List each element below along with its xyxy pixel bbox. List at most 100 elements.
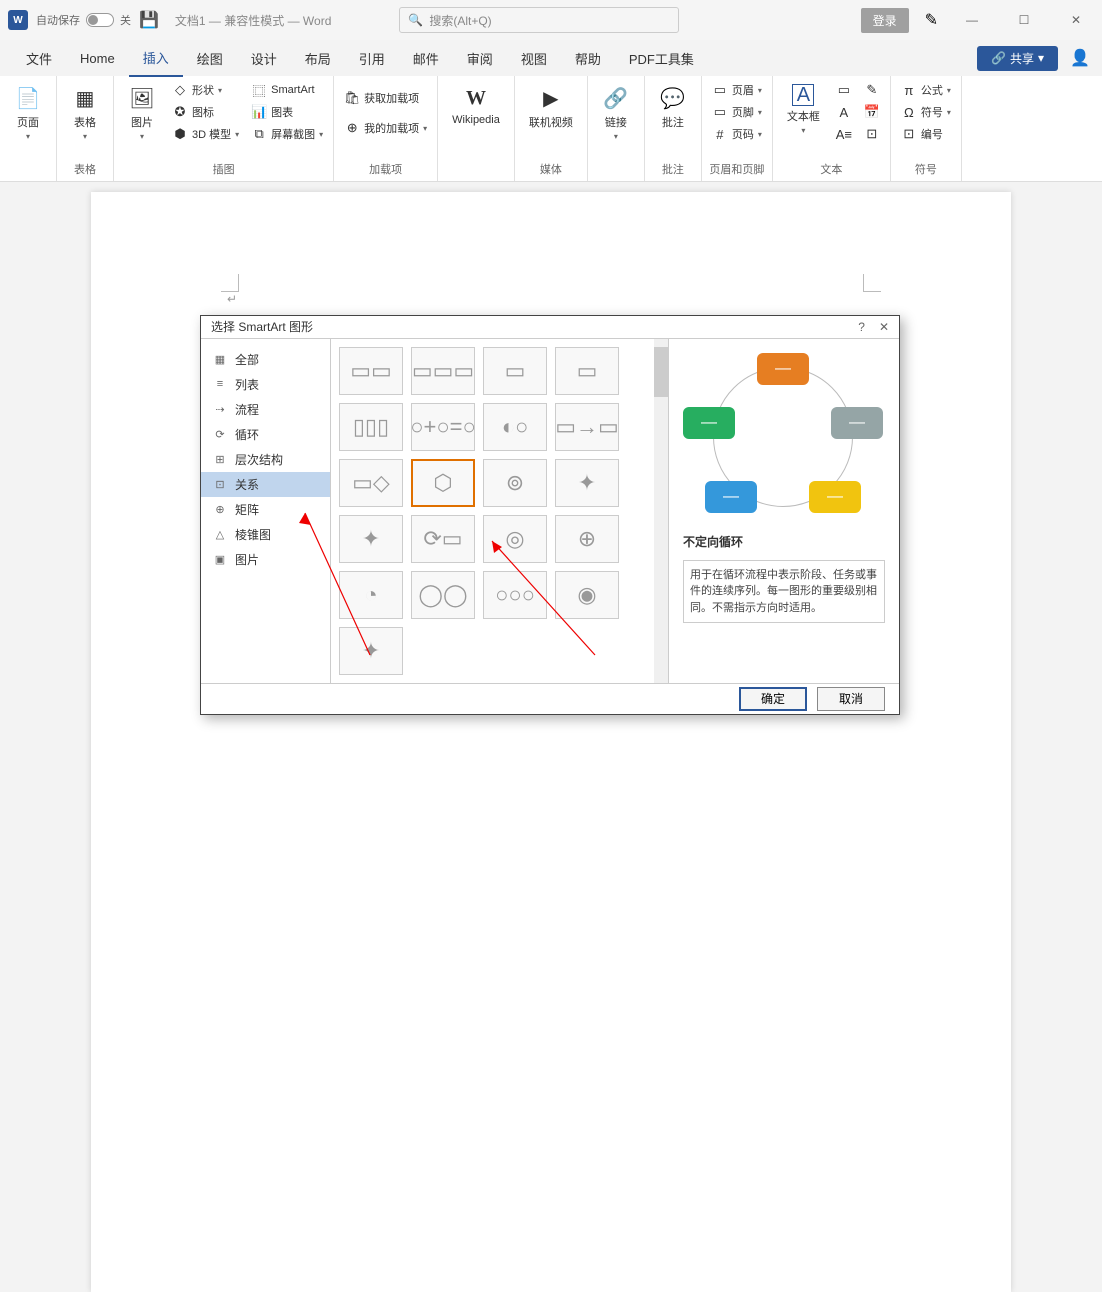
layout-thumb[interactable]: ⊚ bbox=[483, 459, 547, 507]
page-number-button[interactable]: #页码 bbox=[708, 124, 766, 144]
ok-button[interactable]: 确定 bbox=[739, 687, 807, 711]
preview-title: 不定向循环 bbox=[683, 533, 885, 550]
smartart-button[interactable]: ⿴SmartArt bbox=[247, 80, 327, 100]
screenshot-button[interactable]: ⧉屏幕截图 bbox=[247, 124, 327, 144]
category-list: ▦全部 ≡列表 ⇢流程 ⟳循环 ⊞层次结构 ⊡关系 ⊕矩阵 △棱锥图 ▣图片 bbox=[201, 339, 331, 683]
get-addins-button[interactable]: 🛍获取加载项 bbox=[340, 88, 431, 108]
menu-pdf[interactable]: PDF工具集 bbox=[615, 41, 708, 76]
cat-pyramid-icon: △ bbox=[213, 527, 227, 541]
cat-hierarchy-icon: ⊞ bbox=[213, 452, 227, 466]
layout-thumb[interactable]: ◐○ bbox=[483, 403, 547, 451]
layout-thumb[interactable]: ▯▯▯ bbox=[339, 403, 403, 451]
online-video-button[interactable]: ▶联机视频 bbox=[521, 80, 581, 134]
pen-icon[interactable]: ✎ bbox=[925, 10, 938, 30]
layout-scrollbar[interactable] bbox=[654, 339, 668, 683]
number-button[interactable]: ⊡编号 bbox=[897, 124, 955, 144]
layout-thumb[interactable]: ⟳▭ bbox=[411, 515, 475, 563]
table-button[interactable]: ▦表格 bbox=[63, 80, 107, 145]
link-icon: 🔗 bbox=[602, 84, 630, 112]
layout-thumb[interactable]: ▭◇ bbox=[339, 459, 403, 507]
cat-picture-icon: ▣ bbox=[213, 552, 227, 566]
dialog-close-button[interactable]: ✕ bbox=[879, 320, 889, 334]
menu-insert[interactable]: 插入 bbox=[129, 40, 183, 77]
symbol-button[interactable]: Ω符号 bbox=[897, 102, 955, 122]
icons-button[interactable]: ✪图标 bbox=[168, 102, 243, 122]
comment-button[interactable]: 💬批注 bbox=[651, 80, 695, 134]
cat-cycle[interactable]: ⟳循环 bbox=[201, 422, 330, 447]
3dmodel-button[interactable]: ⬢3D 模型 bbox=[168, 124, 243, 144]
search-input[interactable]: 🔍 搜索(Alt+Q) bbox=[399, 7, 679, 33]
group-label-comments: 批注 bbox=[651, 159, 695, 179]
pagenum-icon: # bbox=[712, 126, 728, 142]
cat-cycle-icon: ⟳ bbox=[213, 427, 227, 441]
close-button[interactable]: ✕ bbox=[1058, 6, 1094, 34]
comments-icon[interactable]: 👤 bbox=[1070, 48, 1090, 68]
menu-references[interactable]: 引用 bbox=[345, 41, 399, 76]
cat-process[interactable]: ⇢流程 bbox=[201, 397, 330, 422]
layout-thumb[interactable]: ✦ bbox=[555, 459, 619, 507]
cat-all[interactable]: ▦全部 bbox=[201, 347, 330, 372]
header-button[interactable]: ▭页眉 bbox=[708, 80, 766, 100]
layout-thumb-selected[interactable]: ⬡ bbox=[411, 459, 475, 507]
cat-relationship[interactable]: ⊡关系 bbox=[201, 472, 330, 497]
quickparts-button[interactable]: ▭ bbox=[832, 80, 856, 100]
menu-home[interactable]: Home bbox=[66, 43, 129, 74]
layout-thumb[interactable]: ○○○ bbox=[483, 571, 547, 619]
menu-mailings[interactable]: 邮件 bbox=[399, 41, 453, 76]
menu-review[interactable]: 审阅 bbox=[453, 41, 507, 76]
menu-design[interactable]: 设计 bbox=[237, 41, 291, 76]
layout-thumb[interactable]: ▭▭▭ bbox=[411, 347, 475, 395]
cat-list[interactable]: ≡列表 bbox=[201, 372, 330, 397]
pages-button[interactable]: 📄页面 bbox=[6, 80, 50, 145]
layout-thumb[interactable]: ○+○=○ bbox=[411, 403, 475, 451]
menu-layout[interactable]: 布局 bbox=[291, 41, 345, 76]
wordart-button[interactable]: A bbox=[832, 102, 856, 122]
smartart-dialog: 选择 SmartArt 图形 ? ✕ ▦全部 ≡列表 ⇢流程 ⟳循环 ⊞层次结构… bbox=[200, 315, 900, 715]
equation-button[interactable]: π公式 bbox=[897, 80, 955, 100]
cat-picture[interactable]: ▣图片 bbox=[201, 547, 330, 572]
layout-thumb[interactable]: ▭▭ bbox=[339, 347, 403, 395]
chart-button[interactable]: 📊图表 bbox=[247, 102, 327, 122]
cancel-button[interactable]: 取消 bbox=[817, 687, 885, 711]
dialog-help-button[interactable]: ? bbox=[858, 320, 865, 334]
paragraph-mark-icon: ↵ bbox=[227, 292, 237, 306]
datetime-button[interactable]: 📅 bbox=[860, 102, 884, 122]
share-button[interactable]: 🔗 共享 ▾ bbox=[977, 46, 1058, 71]
cat-hierarchy[interactable]: ⊞层次结构 bbox=[201, 447, 330, 472]
footer-button[interactable]: ▭页脚 bbox=[708, 102, 766, 122]
menu-file[interactable]: 文件 bbox=[12, 41, 66, 76]
preview-description: 用于在循环流程中表示阶段、任务或事件的连续序列。每一图形的重要级别相同。不需指示… bbox=[683, 560, 885, 624]
dropcap-button[interactable]: A≡ bbox=[832, 124, 856, 144]
cat-pyramid[interactable]: △棱锥图 bbox=[201, 522, 330, 547]
video-icon: ▶ bbox=[537, 84, 565, 112]
textbox-button[interactable]: A文本框 bbox=[779, 80, 828, 139]
my-addins-button[interactable]: ⊕我的加载项 bbox=[340, 118, 431, 138]
header-icon: ▭ bbox=[712, 82, 728, 98]
layout-thumb[interactable]: ▭ bbox=[555, 347, 619, 395]
pictures-button[interactable]: 🖼图片 bbox=[120, 80, 164, 145]
layout-thumb[interactable]: ◯◯ bbox=[411, 571, 475, 619]
layout-thumb[interactable]: ✦ bbox=[339, 515, 403, 563]
signature-button[interactable]: ✎ bbox=[860, 80, 884, 100]
save-icon[interactable]: 💾 bbox=[139, 10, 159, 30]
wikipedia-button[interactable]: WWikipedia bbox=[444, 80, 508, 130]
document-title: 文档1 — 兼容性模式 — Word bbox=[175, 12, 331, 29]
layout-thumb[interactable]: ▭ bbox=[483, 347, 547, 395]
maximize-button[interactable]: ☐ bbox=[1006, 6, 1042, 34]
shapes-button[interactable]: ◇形状 bbox=[168, 80, 243, 100]
layout-thumb[interactable]: ◉ bbox=[555, 571, 619, 619]
layout-thumb[interactable]: ▭→▭ bbox=[555, 403, 619, 451]
layout-thumb[interactable]: ✦ bbox=[339, 627, 403, 675]
layout-thumb[interactable]: ◎ bbox=[483, 515, 547, 563]
menu-help[interactable]: 帮助 bbox=[561, 41, 615, 76]
links-button[interactable]: 🔗链接 bbox=[594, 80, 638, 145]
object-button[interactable]: ⊡ bbox=[860, 124, 884, 144]
layout-thumb[interactable]: ⊕ bbox=[555, 515, 619, 563]
cat-matrix[interactable]: ⊕矩阵 bbox=[201, 497, 330, 522]
minimize-button[interactable]: — bbox=[954, 6, 990, 34]
login-button[interactable]: 登录 bbox=[861, 8, 909, 33]
layout-thumb[interactable]: ◔ bbox=[339, 571, 403, 619]
menu-draw[interactable]: 绘图 bbox=[183, 41, 237, 76]
autosave-toggle[interactable]: 自动保存 关 bbox=[36, 12, 131, 28]
menu-view[interactable]: 视图 bbox=[507, 41, 561, 76]
